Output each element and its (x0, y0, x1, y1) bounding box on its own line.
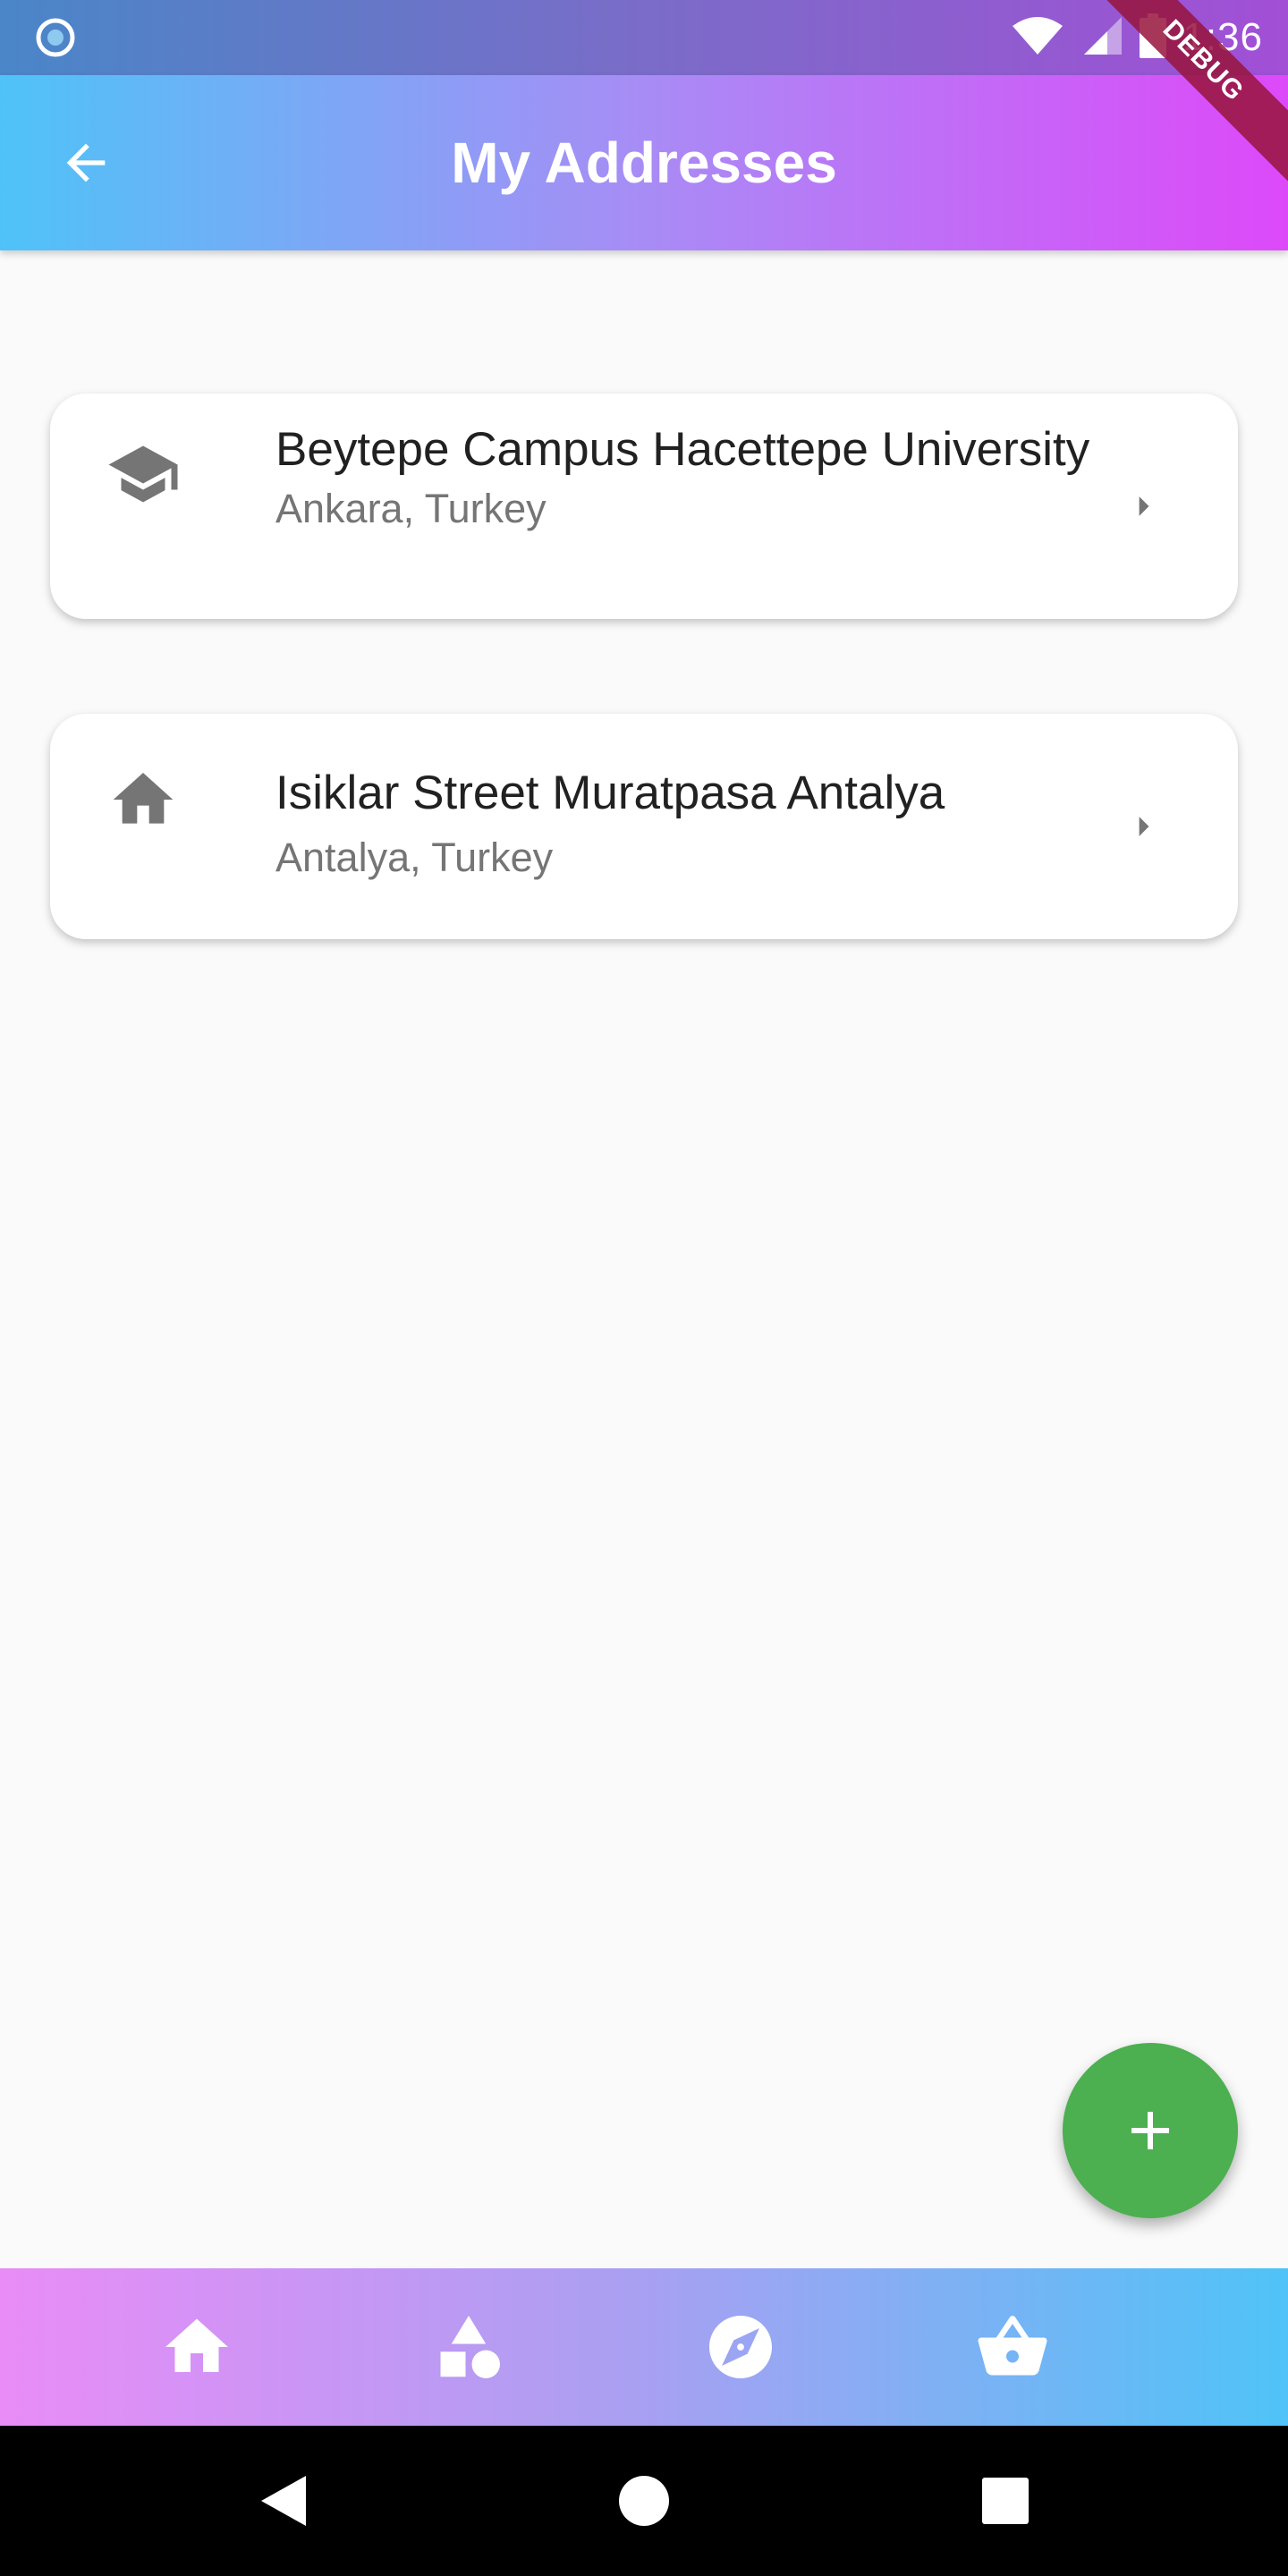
nav-item-explore[interactable] (701, 2308, 780, 2386)
page-title: My Addresses (451, 131, 837, 195)
system-back-button[interactable] (247, 2465, 318, 2537)
bottom-navigation (0, 2268, 1288, 2426)
nav-item-basket[interactable] (973, 2308, 1052, 2386)
back-button[interactable] (43, 120, 129, 206)
cell-signal-icon (1080, 15, 1123, 61)
address-card-campus[interactable]: Beytepe Campus Hacettepe University Anka… (50, 394, 1238, 619)
recents-square-icon (982, 2478, 1029, 2524)
chevron-right-icon (1120, 483, 1166, 530)
nav-item-home[interactable] (157, 2308, 236, 2386)
back-triangle-icon (261, 2476, 306, 2526)
shopping-basket-icon (978, 2316, 1047, 2376)
nav-item-categories[interactable] (429, 2308, 508, 2386)
address-text: Beytepe Campus Hacettepe University Anka… (275, 420, 1134, 535)
address-text: Isiklar Street Muratpasa Antalya Antalya… (275, 764, 1134, 884)
system-navigation-bar (0, 2426, 1288, 2576)
address-title: Isiklar Street Muratpasa Antalya (275, 767, 945, 819)
address-subtitle: Ankara, Turkey (275, 486, 547, 531)
add-icon (1131, 2112, 1169, 2149)
explore-icon (709, 2316, 772, 2378)
school-icon (100, 431, 186, 517)
category-icon (440, 2316, 500, 2378)
arrow-back-icon (66, 143, 106, 182)
status-bar: 1:36 (0, 0, 1288, 75)
home-icon (165, 2318, 228, 2372)
system-recents-button[interactable] (970, 2465, 1041, 2537)
wifi-icon (1011, 15, 1064, 61)
app-bar: My Addresses (0, 75, 1288, 250)
home-circle-icon (619, 2476, 669, 2526)
system-home-button[interactable] (608, 2465, 680, 2537)
address-subtitle: Antalya, Turkey (275, 835, 554, 880)
chevron-right-icon (1120, 803, 1166, 850)
notification-icon (36, 18, 75, 57)
add-address-button[interactable] (1063, 2043, 1238, 2218)
address-card-home[interactable]: Isiklar Street Muratpasa Antalya Antalya… (50, 714, 1238, 939)
address-title: Beytepe Campus Hacettepe University (275, 423, 1090, 476)
home-icon (100, 757, 186, 843)
